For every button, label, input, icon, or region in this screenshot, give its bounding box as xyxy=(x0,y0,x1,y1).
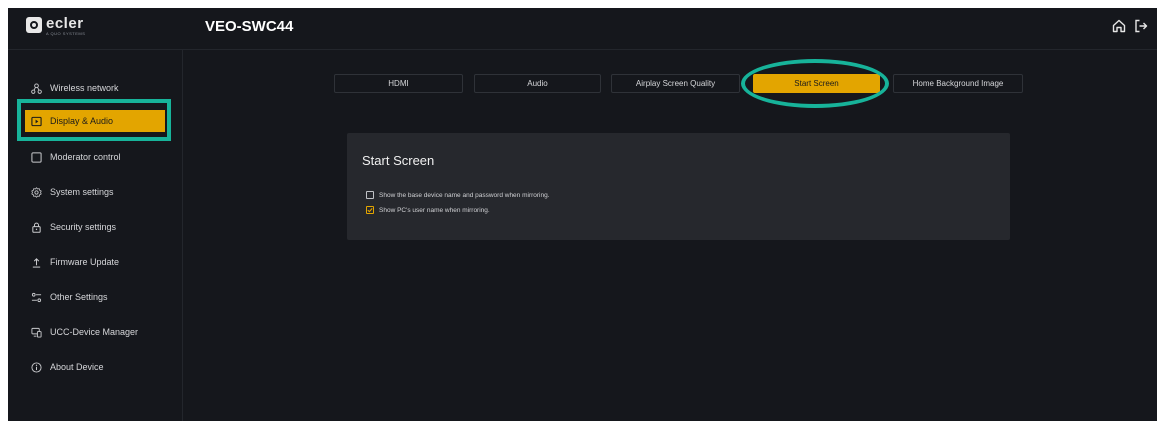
tab-label: Home Background Image xyxy=(912,79,1004,88)
option-show-pc-user-name[interactable]: Show PC's user name when mirroring. xyxy=(366,206,490,214)
moderator-square-icon xyxy=(30,151,42,163)
gear-icon xyxy=(30,186,42,198)
home-icon[interactable] xyxy=(1111,18,1129,36)
tab-audio[interactable]: Audio xyxy=(474,74,601,93)
sidebar-item-label: Security settings xyxy=(50,222,117,232)
sidebar-item-other-settings[interactable]: Other Settings xyxy=(25,286,165,308)
sidebar-item-system-settings[interactable]: System settings xyxy=(25,181,165,203)
panel-title: Start Screen xyxy=(362,153,435,168)
option-label: Show PC's user name when mirroring. xyxy=(379,206,490,214)
option-label: Show the base device name and password w… xyxy=(379,191,550,199)
sidebar-item-moderator-control[interactable]: Moderator control xyxy=(25,146,165,168)
device-manager-icon xyxy=(30,326,42,338)
sidebar-item-security-settings[interactable]: Security settings xyxy=(25,216,165,238)
brand-tagline: A QUO SYSTEMS xyxy=(46,31,86,36)
lock-icon xyxy=(30,221,42,233)
sidebar-item-firmware-update[interactable]: Firmware Update xyxy=(25,251,165,273)
tab-airplay-screen-quality[interactable]: Airplay Screen Quality xyxy=(611,74,740,93)
option-show-device-name-password[interactable]: Show the base device name and password w… xyxy=(366,191,550,199)
sidebar-item-label: UCC-Device Manager xyxy=(50,327,139,337)
wireless-network-icon xyxy=(30,82,42,94)
upload-icon xyxy=(30,256,42,268)
tab-label: Audio xyxy=(527,79,548,88)
info-icon xyxy=(30,361,42,373)
sidebar-item-label: System settings xyxy=(50,187,114,197)
sidebar-item-label: Other Settings xyxy=(50,292,108,302)
brand-logo-mark xyxy=(26,17,42,33)
sidebar-item-about-device[interactable]: About Device xyxy=(25,356,165,378)
device-title: VEO-SWC44 xyxy=(205,18,294,35)
checkbox-checked[interactable] xyxy=(366,206,374,214)
checkbox-unchecked[interactable] xyxy=(366,191,374,199)
tab-home-background-image[interactable]: Home Background Image xyxy=(893,74,1023,93)
checkmark-icon xyxy=(367,208,373,213)
sidebar-item-label: Moderator control xyxy=(50,152,121,162)
header-bar: ecler A QUO SYSTEMS VEO-SWC44 xyxy=(8,8,1157,50)
sidebar-item-label: Wireless network xyxy=(50,83,119,93)
tab-label: Airplay Screen Quality xyxy=(635,79,716,88)
brand-name: ecler xyxy=(46,15,84,32)
sidebar-item-label: About Device xyxy=(50,362,104,372)
sidebar-item-label: Firmware Update xyxy=(50,257,120,267)
settings-sliders-icon xyxy=(30,291,42,303)
tab-label: HDMI xyxy=(388,79,409,88)
sidebar-item-ucc-device-manager[interactable]: UCC-Device Manager xyxy=(25,321,165,343)
tab-hdmi[interactable]: HDMI xyxy=(334,74,463,93)
annotation-highlight-ellipse xyxy=(741,59,889,108)
brand-logo: ecler A QUO SYSTEMS xyxy=(26,15,86,39)
start-screen-panel: Start Screen Show the base device name a… xyxy=(347,133,1010,240)
app-window: ecler A QUO SYSTEMS VEO-SWC44 Wireless n… xyxy=(8,8,1157,421)
logout-icon[interactable] xyxy=(1133,18,1151,36)
annotation-highlight-box xyxy=(17,99,171,141)
sidebar-item-wireless-network[interactable]: Wireless network xyxy=(25,77,165,99)
